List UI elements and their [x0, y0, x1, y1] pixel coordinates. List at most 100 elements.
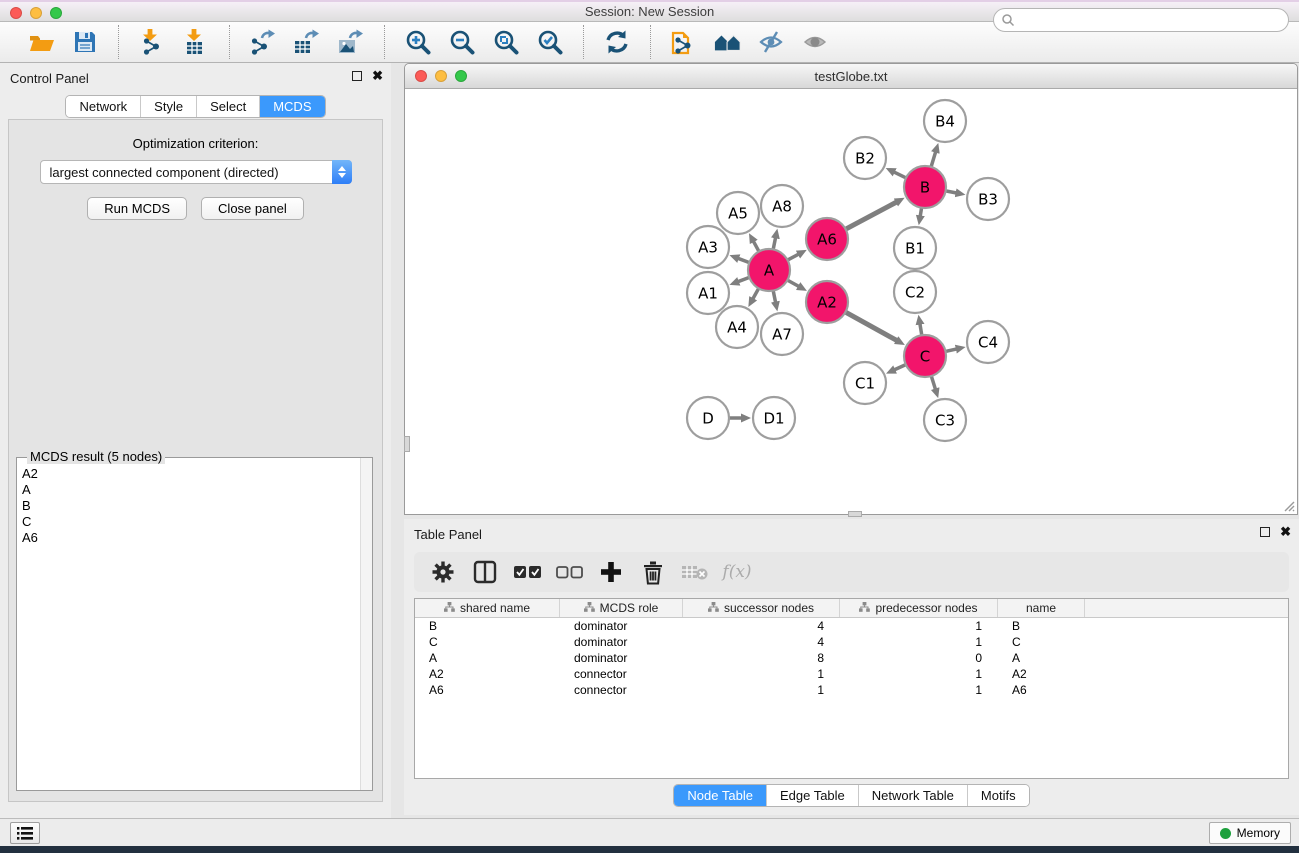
export-table-icon[interactable]	[293, 28, 321, 56]
network-window-titlebar[interactable]: testGlobe.txt	[405, 64, 1297, 89]
tab-style[interactable]: Style	[140, 96, 196, 117]
graph-edge[interactable]	[894, 172, 906, 178]
table-tab-network-table[interactable]: Network Table	[858, 785, 967, 806]
graph-node[interactable]: A4	[716, 306, 758, 348]
graph-node[interactable]: A	[748, 249, 790, 291]
table-cell[interactable]: 4	[683, 635, 840, 649]
zoom-selected-icon[interactable]	[536, 28, 564, 56]
table-cell[interactable]: A2	[415, 667, 560, 681]
table-row[interactable]: Bdominator41B	[415, 618, 1288, 634]
graph-node[interactable]: A7	[761, 313, 803, 355]
network-zoom-icon[interactable]	[455, 70, 467, 82]
graph-edge[interactable]	[845, 312, 897, 341]
delete-row-icon[interactable]	[638, 557, 668, 587]
graph-edge[interactable]	[894, 365, 906, 370]
table-cell[interactable]: 1	[840, 683, 998, 697]
zoom-window-icon[interactable]	[50, 7, 62, 19]
splitter-grip-bottom[interactable]	[848, 511, 862, 517]
table-cell[interactable]: A6	[415, 683, 560, 697]
resize-grip-icon[interactable]	[1281, 498, 1295, 512]
graph-edge[interactable]	[738, 277, 750, 281]
mcds-result-item[interactable]: C	[18, 514, 359, 530]
column-header-predecessor-nodes[interactable]: predecessor nodes	[840, 599, 998, 617]
column-header-successor-nodes[interactable]: successor nodes	[683, 599, 840, 617]
graph-node[interactable]: A2	[806, 281, 848, 323]
graph-edge[interactable]	[773, 237, 775, 249]
table-row[interactable]: A6connector11A6	[415, 682, 1288, 698]
deselect-all-icon[interactable]	[554, 557, 584, 587]
network-canvas-svg[interactable]: AA1A2A3A4A5A6A7A8BB1B2B3B4CC1C2C3C4DD1	[405, 89, 1297, 514]
table-cell[interactable]: 1	[840, 619, 998, 633]
refresh-icon[interactable]	[603, 28, 631, 56]
graph-edge[interactable]	[773, 291, 775, 303]
home-icon[interactable]	[714, 28, 742, 56]
mcds-result-item[interactable]: A6	[18, 530, 359, 546]
mcds-result-item[interactable]: A	[18, 482, 359, 498]
graph-node[interactable]: C1	[844, 362, 886, 404]
table-cell[interactable]: dominator	[560, 635, 683, 649]
network-canvas[interactable]: AA1A2A3A4A5A6A7A8BB1B2B3B4CC1C2C3C4DD1	[405, 89, 1297, 514]
table-row[interactable]: Adominator80A	[415, 650, 1288, 666]
zoom-out-icon[interactable]	[448, 28, 476, 56]
graph-node[interactable]: C4	[967, 321, 1009, 363]
column-header-MCDS-role[interactable]: MCDS role	[560, 599, 683, 617]
table-cell[interactable]: C	[415, 635, 560, 649]
hide-panel-icon[interactable]	[758, 28, 786, 56]
graph-edge[interactable]	[920, 324, 922, 336]
network-file-icon[interactable]	[670, 28, 698, 56]
graph-edge[interactable]	[738, 258, 750, 262]
table-row[interactable]: Cdominator41C	[415, 634, 1288, 650]
graph-node[interactable]: A6	[806, 218, 848, 260]
graph-edge[interactable]	[753, 241, 759, 252]
table-cell[interactable]: A	[998, 651, 1085, 665]
table-cell[interactable]: A2	[998, 667, 1085, 681]
column-header-name[interactable]: name	[998, 599, 1085, 617]
mcds-result-item[interactable]: A2	[18, 466, 359, 482]
export-network-icon[interactable]	[249, 28, 277, 56]
graph-node[interactable]: D	[687, 397, 729, 439]
close-window-icon[interactable]	[10, 7, 22, 19]
table-cell[interactable]: 8	[683, 651, 840, 665]
graph-node[interactable]: B	[904, 166, 946, 208]
import-table-icon[interactable]	[182, 28, 210, 56]
graph-edge[interactable]	[788, 254, 799, 260]
add-row-icon[interactable]	[596, 557, 626, 587]
search-input[interactable]	[1015, 11, 1288, 29]
table-cell[interactable]: 1	[840, 667, 998, 681]
graph-node[interactable]: A8	[761, 185, 803, 227]
graph-node[interactable]: B2	[844, 137, 886, 179]
close-table-panel-icon[interactable]: ✖	[1280, 527, 1291, 537]
graph-node[interactable]: A1	[687, 272, 729, 314]
mcds-result-item[interactable]: B	[18, 498, 359, 514]
network-close-icon[interactable]	[415, 70, 427, 82]
open-session-icon[interactable]	[27, 28, 55, 56]
search-box[interactable]	[993, 8, 1289, 32]
float-table-panel-icon[interactable]	[1260, 527, 1270, 537]
tab-network[interactable]: Network	[66, 96, 140, 117]
tab-mcds[interactable]: MCDS	[259, 96, 324, 117]
float-panel-icon[interactable]	[352, 71, 362, 81]
import-network-icon[interactable]	[138, 28, 166, 56]
graph-edge[interactable]	[946, 191, 957, 193]
graph-edge[interactable]	[846, 202, 897, 229]
graph-node[interactable]: B3	[967, 178, 1009, 220]
table-tab-edge-table[interactable]: Edge Table	[766, 785, 858, 806]
graph-edge[interactable]	[931, 152, 936, 167]
column-header-shared-name[interactable]: shared name	[415, 599, 560, 617]
graph-node[interactable]: C3	[924, 399, 966, 441]
zoom-fit-icon[interactable]	[492, 28, 520, 56]
table-cell[interactable]: dominator	[560, 651, 683, 665]
table-cell[interactable]: connector	[560, 683, 683, 697]
table-cell[interactable]: 4	[683, 619, 840, 633]
tab-select[interactable]: Select	[196, 96, 259, 117]
table-cell[interactable]: B	[998, 619, 1085, 633]
close-panel-icon[interactable]: ✖	[372, 71, 383, 81]
graph-node[interactable]: D1	[753, 397, 795, 439]
graph-node[interactable]: C	[904, 335, 946, 377]
zoom-in-icon[interactable]	[404, 28, 432, 56]
run-mcds-button[interactable]: Run MCDS	[87, 197, 187, 220]
table-cell[interactable]: dominator	[560, 619, 683, 633]
criterion-select[interactable]: largest connected component (directed)	[40, 160, 352, 184]
minimize-window-icon[interactable]	[30, 7, 42, 19]
table-cell[interactable]: connector	[560, 667, 683, 681]
